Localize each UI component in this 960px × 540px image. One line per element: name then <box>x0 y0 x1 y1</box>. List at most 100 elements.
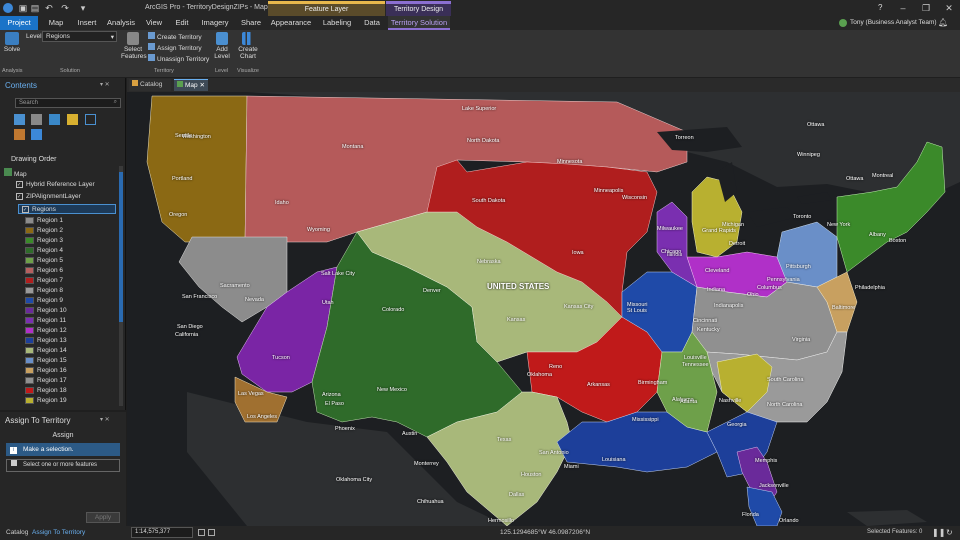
user-name[interactable]: Tony (Business Analyst Team) <box>850 19 937 26</box>
list-by-snapping-icon[interactable] <box>85 114 96 125</box>
region-swatch-15[interactable] <box>25 357 34 364</box>
region-swatch-4[interactable] <box>25 247 34 254</box>
level-dropdown[interactable]: Regions ▾ <box>42 31 117 42</box>
tab-project[interactable]: Project <box>0 16 38 30</box>
scrollbar[interactable] <box>119 166 123 406</box>
lock-icon[interactable] <box>208 529 215 536</box>
tab-labeling[interactable]: Labeling <box>318 16 356 30</box>
region-label-14: Region 14 <box>37 347 67 354</box>
tab-view[interactable]: View <box>142 16 166 30</box>
help-button[interactable]: ? <box>878 3 882 12</box>
map-view[interactable]: Washington Montana North Dakota Minnesota So… <box>127 92 960 526</box>
map-label: Virginia <box>792 337 811 343</box>
region-swatch-6[interactable] <box>25 267 34 274</box>
list-by-selection-icon[interactable] <box>49 114 60 125</box>
map-label: Florida <box>742 512 759 518</box>
pane-options-icon[interactable]: ▾ ✕ <box>100 81 110 88</box>
add-level-button[interactable]: Add Level <box>212 32 232 60</box>
region-swatch-7[interactable] <box>25 277 34 284</box>
map-label: Monterrey <box>414 461 439 467</box>
map-label: Oklahoma <box>527 372 553 378</box>
chevron-down-icon: ▾ <box>110 34 114 41</box>
tree-item-zip[interactable]: ✓ ZIPAlignmentLayer <box>16 192 81 202</box>
region-swatch-3[interactable] <box>25 237 34 244</box>
map-label: Nashville <box>719 398 742 404</box>
refresh-icon[interactable]: ↻ <box>946 528 953 537</box>
list-by-drawing-order-icon[interactable] <box>14 114 25 125</box>
scale-dropdown[interactable]: 1:14,575,377 <box>131 527 193 538</box>
region-swatch-14[interactable] <box>25 347 34 354</box>
close-icon[interactable]: ✕ <box>199 82 204 89</box>
map-label: Texas <box>497 437 512 443</box>
region-swatch-17[interactable] <box>25 377 34 384</box>
tree-item-regions[interactable]: ✓ Regions <box>18 204 116 214</box>
region-swatch-11[interactable] <box>25 317 34 324</box>
region-swatch-19[interactable] <box>25 397 34 404</box>
assign-territory-button[interactable]: Assign Territory <box>148 43 202 52</box>
avatar[interactable] <box>839 19 847 27</box>
tab-edit[interactable]: Edit <box>170 16 194 30</box>
scrollbar-thumb[interactable] <box>119 172 123 322</box>
tree-item-hybrid[interactable]: ✓ Hybrid Reference Layer <box>16 180 95 190</box>
region-swatch-9[interactable] <box>25 297 34 304</box>
tab-territory-solution[interactable]: Territory Solution <box>388 16 450 30</box>
unassign-territory-button[interactable]: Unassign Territory <box>148 54 209 63</box>
checkbox-icon[interactable]: ✓ <box>16 193 23 200</box>
map-label: Pittsburgh <box>786 264 811 270</box>
region-swatch-16[interactable] <box>25 367 34 374</box>
save-icon[interactable]: ▣ <box>18 3 28 13</box>
list-by-source-icon[interactable] <box>31 114 42 125</box>
map-label: Detroit <box>729 241 746 247</box>
region-swatch-8[interactable] <box>25 287 34 294</box>
region-swatch-1[interactable] <box>25 217 34 224</box>
list-by-editing-icon[interactable] <box>67 114 78 125</box>
map-label: Utah <box>322 300 334 306</box>
pause-icon[interactable]: ❚❚ <box>932 528 945 537</box>
map-label: Iowa <box>572 250 584 256</box>
tab-map-view[interactable]: Map ✕ <box>174 79 208 91</box>
region-swatch-2[interactable] <box>25 227 34 234</box>
region-swatch-13[interactable] <box>25 337 34 344</box>
minimize-icon[interactable]: – <box>898 3 908 13</box>
region-label-5: Region 5 <box>37 257 64 264</box>
region-swatch-12[interactable] <box>25 327 34 334</box>
tab-share[interactable]: Share <box>237 16 265 30</box>
maximize-icon[interactable]: ❐ <box>921 3 931 13</box>
open-icon[interactable]: ▤ <box>30 3 40 13</box>
tab-data[interactable]: Data <box>360 16 384 30</box>
list-by-labeling-icon[interactable] <box>14 129 25 140</box>
bottom-tab-assign[interactable]: Assign To Territory <box>32 529 85 536</box>
select-features-field[interactable]: Select one or more features <box>6 459 120 472</box>
select-features-button[interactable]: Select Features <box>121 32 147 60</box>
close-icon[interactable]: ✕ <box>944 3 954 13</box>
solve-button[interactable]: Solve <box>3 32 21 53</box>
tab-insert[interactable]: Insert <box>72 16 102 30</box>
search-input[interactable]: Search ⌕ <box>15 98 121 108</box>
redo-icon[interactable]: ↷ <box>60 3 70 13</box>
region-swatch-18[interactable] <box>25 387 34 394</box>
bottom-tab-catalog[interactable]: Catalog <box>6 529 28 536</box>
customize-icon[interactable]: ▾ <box>78 3 88 13</box>
create-chart-label: Create Chart <box>238 46 258 60</box>
region-swatch-5[interactable] <box>25 257 34 264</box>
ribbon-tabs: Project Map Insert Analysis View Edit Im… <box>0 16 960 30</box>
checkbox-icon[interactable]: ✓ <box>22 206 29 213</box>
region-swatch-10[interactable] <box>25 307 34 314</box>
checkbox-icon[interactable]: ✓ <box>16 181 23 188</box>
region-label-8: Region 8 <box>37 287 64 294</box>
grid-icon[interactable] <box>198 529 205 536</box>
tab-appearance[interactable]: Appearance <box>268 16 314 30</box>
tab-catalog-view[interactable]: Catalog <box>129 79 171 91</box>
undo-icon[interactable]: ↶ <box>44 3 54 13</box>
map-label: Kentucky <box>697 327 720 333</box>
tree-item-map[interactable]: Map <box>4 168 27 178</box>
pane-options-icon[interactable]: ▾ ✕ <box>100 416 110 423</box>
tab-map[interactable]: Map <box>43 16 69 30</box>
tab-analysis[interactable]: Analysis <box>105 16 137 30</box>
notifications-icon[interactable]: 🔔︎ <box>938 18 948 27</box>
create-chart-button[interactable]: Create Chart <box>237 32 259 60</box>
tab-imagery[interactable]: Imagery <box>198 16 232 30</box>
create-territory-button[interactable]: Create Territory <box>148 32 202 41</box>
apply-button[interactable]: Apply <box>86 512 120 523</box>
list-by-charts-icon[interactable] <box>31 129 42 140</box>
